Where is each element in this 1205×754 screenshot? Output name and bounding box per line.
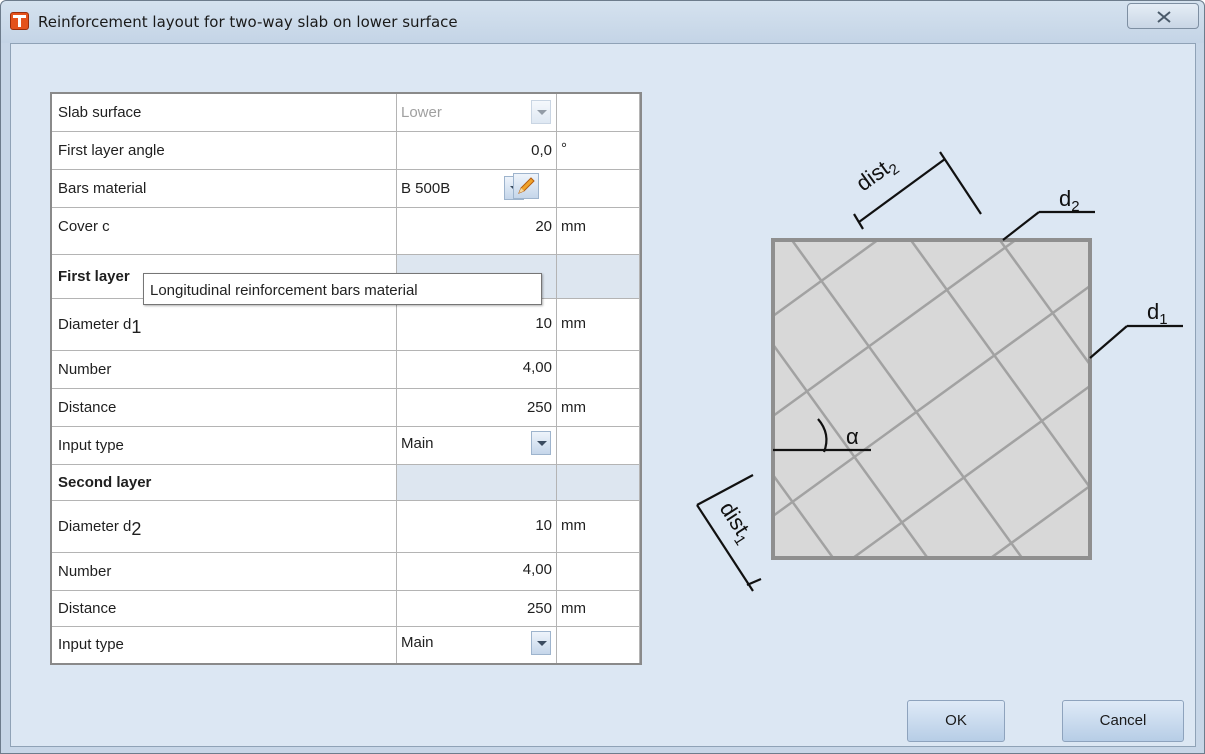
input-type-1-select[interactable]: Main (397, 427, 557, 465)
number-2-label: Number (52, 553, 397, 591)
slab-surface-unit (557, 94, 640, 132)
slab-surface-value: Lower (401, 104, 442, 121)
input-type-1-unit (557, 427, 640, 465)
second-layer-header: Second layer (52, 465, 397, 501)
cover-label: Cover c (52, 208, 397, 255)
reinforcement-diagram: dist2 d2 d1 α dist1 (696, 151, 1183, 592)
slab-square (773, 240, 1090, 558)
input-type-2-label: Input type (52, 627, 397, 663)
close-icon (1157, 11, 1171, 23)
ok-button[interactable]: OK (907, 700, 1005, 742)
window-title: Reinforcement layout for two-way slab on… (38, 13, 458, 31)
diameter-d1-label: Diameter d1 (52, 299, 397, 351)
first-layer-angle-unit: ° (557, 132, 640, 170)
chevron-down-icon[interactable] (531, 100, 551, 124)
d2-label: d2 (1059, 186, 1080, 215)
chevron-down-icon[interactable] (531, 631, 551, 655)
diameter-d2-subscript: 2 (131, 519, 142, 539)
distance-1-label: Distance (52, 389, 397, 427)
second-layer-header-unit (557, 465, 640, 501)
second-layer-header-value (397, 465, 557, 501)
number-1-input[interactable]: 4,00 (397, 351, 557, 389)
number-2-input[interactable]: 4,00 (397, 553, 557, 591)
number-2-unit (557, 553, 640, 591)
diameter-d2-input[interactable]: 10 (397, 501, 557, 553)
first-layer-angle-input[interactable]: 0,0 (397, 132, 557, 170)
diameter-d2-label: Diameter d2 (52, 501, 397, 553)
bars-material-label: Bars material (52, 170, 397, 208)
input-type-1-label: Input type (52, 427, 397, 465)
distance-1-unit: mm (557, 389, 640, 427)
material-tooltip: Longitudinal reinforcement bars material (143, 273, 542, 305)
input-type-2-select[interactable]: Main (397, 627, 557, 663)
bars-material-unit (557, 170, 640, 208)
bars-material-value: B 500B (401, 180, 451, 197)
input-type-2-value: Main (401, 634, 434, 651)
cover-input[interactable]: 20 (397, 208, 557, 255)
pencil-icon (518, 177, 535, 194)
input-type-1-value: Main (401, 435, 434, 452)
dist1-label: dist1 (711, 497, 759, 549)
property-grid: Slab surface Lower First layer angle 0,0… (50, 92, 642, 665)
dialog-window: Reinforcement layout for two-way slab on… (0, 0, 1205, 754)
diameter-d1-unit: mm (557, 299, 640, 351)
slab-surface-select[interactable]: Lower (397, 94, 557, 132)
dist2-label: dist2 (851, 151, 903, 199)
dialog-client-area: Slab surface Lower First layer angle 0,0… (10, 43, 1196, 747)
distance-2-label: Distance (52, 591, 397, 627)
slab-surface-label: Slab surface (52, 94, 397, 132)
diameter-d2-unit: mm (557, 501, 640, 553)
first-layer-header-unit (557, 255, 640, 299)
alpha-label: α (846, 424, 859, 449)
edit-material-button[interactable] (513, 173, 539, 199)
d1-label: d1 (1147, 299, 1168, 328)
title-bar: Reinforcement layout for two-way slab on… (1, 1, 1204, 43)
number-1-unit (557, 351, 640, 389)
cancel-button[interactable]: Cancel (1062, 700, 1184, 742)
diameter-d1-subscript: 1 (131, 317, 142, 337)
cover-unit: mm (557, 208, 640, 255)
diameter-d2-text: Diameter d (58, 518, 132, 535)
first-layer-angle-label: First layer angle (52, 132, 397, 170)
distance-2-unit: mm (557, 591, 640, 627)
diameter-d1-input[interactable]: 10 (397, 299, 557, 351)
distance-1-input[interactable]: 250 (397, 389, 557, 427)
chevron-down-icon[interactable] (531, 431, 551, 455)
app-icon (10, 12, 29, 30)
diameter-d1-text: Diameter d (58, 316, 132, 333)
close-button[interactable] (1127, 3, 1199, 29)
distance-2-input[interactable]: 250 (397, 591, 557, 627)
input-type-2-unit (557, 627, 640, 663)
number-1-label: Number (52, 351, 397, 389)
